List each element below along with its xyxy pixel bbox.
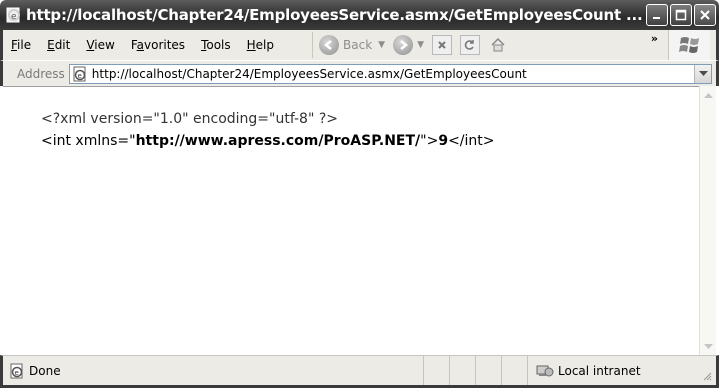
forward-button[interactable]: ▼	[393, 35, 424, 55]
menu-bar: File Edit View Favorites Tools Help Back…	[0, 30, 719, 60]
maximize-icon	[675, 9, 687, 21]
back-arrow-icon	[319, 35, 340, 55]
back-label: Back	[343, 38, 373, 52]
page-icon: e	[72, 66, 88, 82]
svg-text:e: e	[77, 72, 81, 80]
svg-text:e: e	[11, 12, 17, 22]
stop-icon	[438, 41, 446, 49]
status-cell	[449, 356, 475, 385]
menu-file[interactable]: File	[3, 38, 39, 52]
menu-view[interactable]: View	[78, 38, 122, 52]
home-button[interactable]	[488, 35, 508, 55]
scroll-up-icon[interactable]	[702, 88, 715, 101]
address-input[interactable]: e http://localhost/Chapter24/EmployeesSe…	[68, 63, 712, 84]
xml-document: <?xml version="1.0" encoding="utf-8" ?> …	[41, 108, 495, 152]
ie-page-icon: e	[6, 7, 22, 23]
resize-grip-icon[interactable]	[702, 371, 712, 381]
windows-logo-icon	[678, 37, 699, 53]
xml-int-element: <int xmlns="http://www.apress.com/ProASP…	[41, 130, 495, 152]
status-cell	[475, 356, 501, 385]
refresh-button[interactable]	[460, 35, 480, 55]
xml-declaration: <?xml version="1.0" encoding="utf-8" ?>	[41, 111, 339, 127]
chevron-down-icon	[698, 70, 708, 76]
xml-namespace: http://www.apress.com/ProASP.NET/	[135, 133, 421, 149]
forward-arrow-icon	[393, 35, 414, 55]
scroll-down-icon[interactable]	[702, 340, 715, 353]
xml-quote-close: ">	[420, 133, 439, 149]
status-cells	[423, 356, 527, 385]
menu-help[interactable]: Help	[239, 38, 282, 52]
status-cell	[423, 356, 449, 385]
status-bar: e Done Local intranet	[0, 355, 719, 388]
title-bar[interactable]: e http://localhost/Chapter24/EmployeesSe…	[0, 0, 719, 30]
xml-int-close: </int>	[448, 133, 495, 149]
forward-dropdown-icon[interactable]: ▼	[417, 40, 424, 50]
close-button[interactable]	[694, 4, 716, 26]
vertical-scrollbar[interactable]	[699, 86, 716, 355]
page-content: <?xml version="1.0" encoding="utf-8" ?> …	[3, 86, 699, 355]
home-icon	[491, 37, 505, 52]
standard-toolbar: Back ▼ ▼	[312, 32, 516, 58]
toolbar-chevron[interactable]: »	[651, 32, 658, 45]
svg-text:e: e	[15, 369, 19, 377]
status-cell	[501, 356, 527, 385]
status-page-icon: e	[9, 363, 25, 379]
back-dropdown-icon[interactable]: ▼	[378, 40, 385, 50]
status-text: Done	[29, 363, 61, 378]
back-button[interactable]: Back ▼	[319, 35, 385, 55]
refresh-icon	[464, 40, 474, 50]
xml-int-value: 9	[438, 133, 449, 149]
minimize-button[interactable]	[646, 4, 668, 26]
intranet-icon	[536, 364, 554, 378]
menu-favorites[interactable]: Favorites	[123, 38, 193, 52]
menu-tools[interactable]: Tools	[193, 38, 239, 52]
security-zone[interactable]: Local intranet	[527, 356, 697, 385]
window-controls	[646, 4, 716, 26]
zone-label: Local intranet	[558, 363, 641, 378]
address-url: http://localhost/Chapter24/EmployeesServ…	[91, 66, 527, 81]
status-left: e Done	[3, 356, 423, 385]
windows-logo-throbber	[668, 30, 710, 60]
maximize-button[interactable]	[670, 4, 692, 26]
xml-int-open: <int xmlns="	[41, 133, 136, 149]
stop-button[interactable]	[432, 35, 452, 55]
menu-edit[interactable]: Edit	[39, 38, 78, 52]
window-title: http://localhost/Chapter24/EmployeesServ…	[26, 6, 643, 24]
minimize-icon	[653, 17, 660, 19]
close-icon	[700, 10, 710, 20]
address-bar: Address e http://localhost/Chapter24/Emp…	[0, 60, 719, 86]
address-dropdown-button[interactable]	[694, 64, 711, 83]
address-label: Address	[17, 66, 65, 81]
